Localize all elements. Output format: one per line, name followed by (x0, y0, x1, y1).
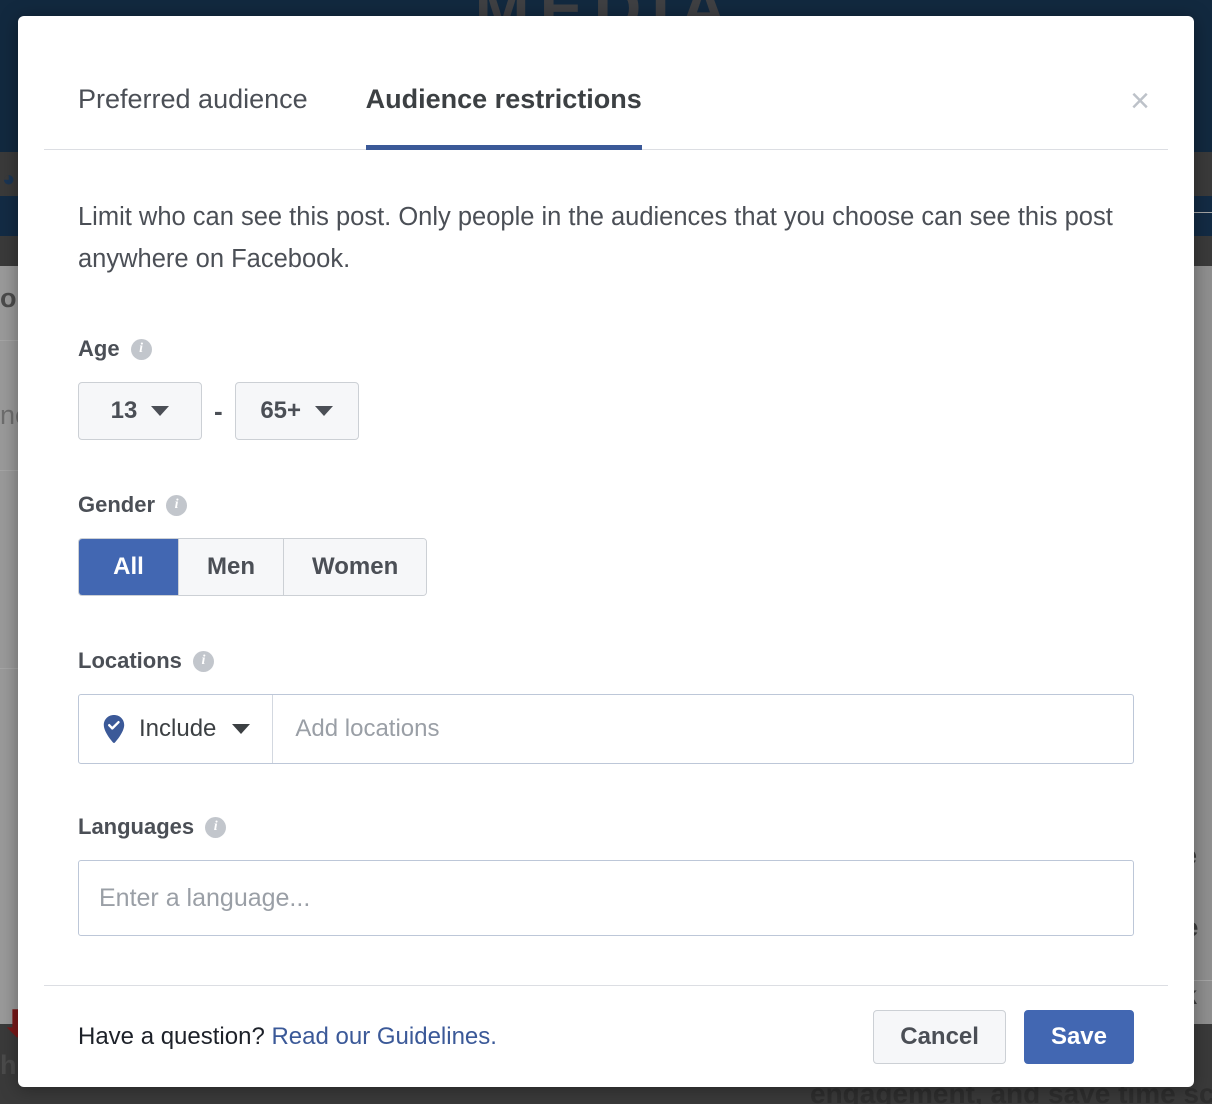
gender-option-women[interactable]: Women (284, 539, 426, 595)
gender-option-all[interactable]: All (79, 539, 179, 595)
dialog-header: Preferred audience Audience restrictions… (18, 16, 1194, 150)
gender-label: Gender (78, 492, 155, 518)
chevron-down-icon (151, 406, 169, 416)
locations-label: Locations (78, 648, 182, 674)
footer-actions: Cancel Save (873, 1010, 1134, 1064)
languages-label: Languages (78, 814, 194, 840)
dialog-footer: Have a question? Read our Guidelines. Ca… (44, 985, 1168, 1087)
languages-input[interactable] (78, 860, 1134, 936)
gender-segmented-control: All Men Women (78, 538, 427, 596)
age-min-select[interactable]: 13 (78, 382, 202, 440)
audience-restrictions-dialog: Preferred audience Audience restrictions… (18, 16, 1194, 1087)
locations-input[interactable] (273, 695, 1133, 763)
cancel-button[interactable]: Cancel (873, 1010, 1006, 1064)
age-range-separator: - (214, 396, 223, 427)
tab-preferred-audience[interactable]: Preferred audience (78, 84, 308, 149)
info-icon[interactable]: i (166, 495, 187, 516)
map-pin-check-icon (103, 715, 125, 743)
footer-help-text: Have a question? Read our Guidelines. (78, 1023, 497, 1051)
age-label: Age (78, 336, 120, 362)
locations-mode-value: Include (139, 715, 216, 743)
locations-field: Include (78, 694, 1134, 764)
languages-label-row: Languages i (78, 814, 1134, 840)
info-icon[interactable]: i (205, 817, 226, 838)
info-icon[interactable]: i (193, 651, 214, 672)
locations-label-row: Locations i (78, 648, 1134, 674)
close-icon[interactable]: × (1130, 84, 1150, 118)
gender-label-row: Gender i (78, 492, 1134, 518)
age-label-row: Age i (78, 336, 1134, 362)
info-icon[interactable]: i (131, 339, 152, 360)
save-button[interactable]: Save (1024, 1010, 1134, 1064)
intro-text: Limit who can see this post. Only people… (78, 196, 1118, 280)
tab-bar: Preferred audience Audience restrictions (44, 16, 1168, 150)
age-max-value: 65+ (260, 397, 301, 425)
chevron-down-icon (232, 724, 250, 734)
age-max-select[interactable]: 65+ (235, 382, 359, 440)
age-range-row: 13 - 65+ (78, 382, 1134, 440)
background-left-column (0, 236, 20, 1104)
chevron-down-icon (315, 406, 333, 416)
tab-audience-restrictions[interactable]: Audience restrictions (366, 84, 642, 149)
footer-question: Have a question? (78, 1023, 265, 1050)
background-snippet: h (0, 1050, 17, 1081)
gender-option-men[interactable]: Men (179, 539, 284, 595)
locations-mode-dropdown[interactable]: Include (79, 695, 273, 763)
dialog-body: Limit who can see this post. Only people… (18, 150, 1194, 985)
age-min-value: 13 (111, 397, 138, 425)
guidelines-link[interactable]: Read our Guidelines. (271, 1023, 496, 1050)
